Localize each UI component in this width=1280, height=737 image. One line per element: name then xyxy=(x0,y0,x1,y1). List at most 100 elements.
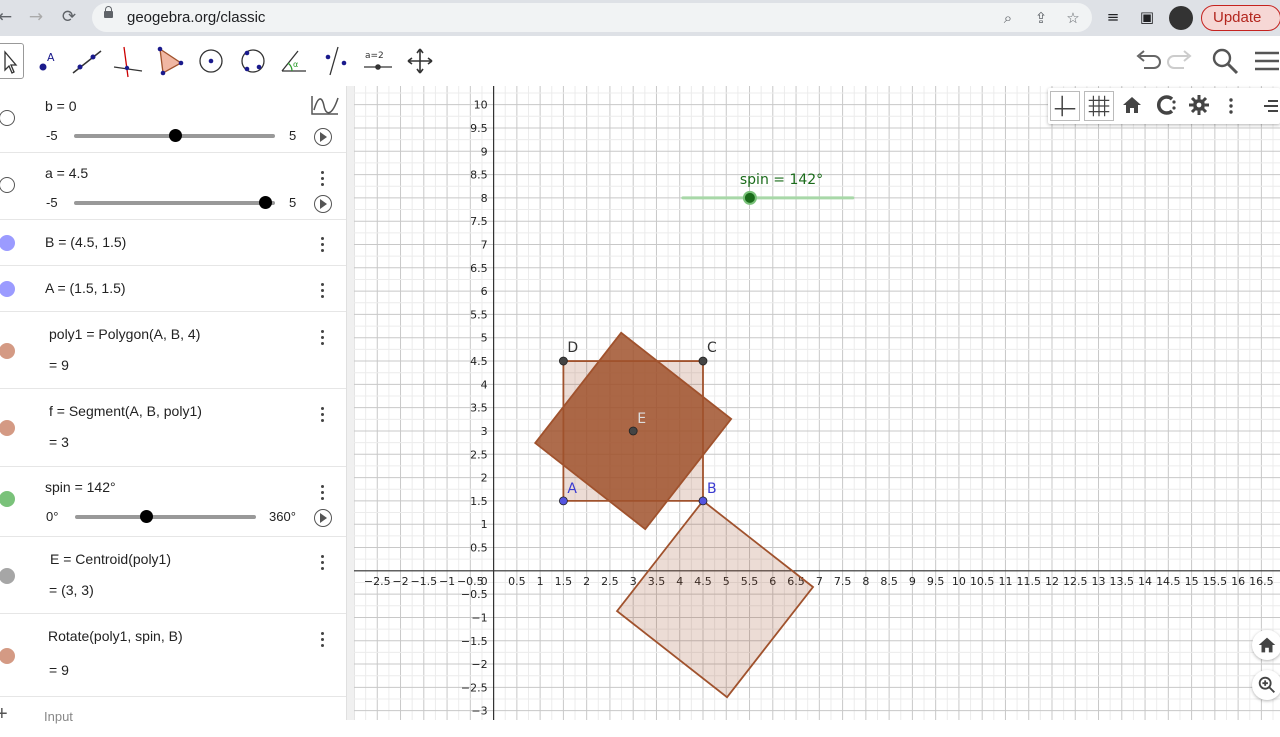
visibility-toggle[interactable] xyxy=(0,281,15,297)
update-button[interactable]: Update xyxy=(1201,5,1280,31)
perpendicular-tool-button[interactable] xyxy=(110,43,146,79)
algebra-item-text[interactable]: f = Segment(A, B, poly1) xyxy=(49,403,202,419)
play-animation-icon[interactable] xyxy=(314,509,332,527)
play-animation-icon[interactable] xyxy=(314,195,332,213)
visibility-toggle[interactable] xyxy=(0,491,15,507)
slider-track[interactable] xyxy=(75,515,256,519)
x-tick-label: 10.5 xyxy=(970,575,995,588)
slider-track[interactable] xyxy=(74,201,275,205)
reading-list-icon[interactable]: ≡ xyxy=(1102,6,1124,28)
y-tick-label: 5.5 xyxy=(470,308,488,321)
play-animation-icon[interactable] xyxy=(314,128,332,146)
visibility-toggle[interactable] xyxy=(0,235,15,251)
visibility-toggle[interactable] xyxy=(0,568,15,584)
capture-button[interactable] xyxy=(1154,93,1178,117)
slider-tool-button[interactable]: a=2 xyxy=(360,43,396,79)
x-tick-label: 11 xyxy=(998,575,1012,588)
input-bar[interactable]: + Input xyxy=(0,697,346,737)
input-placeholder[interactable]: Input xyxy=(44,709,73,724)
collapse-stylebar-button[interactable] xyxy=(1260,96,1280,116)
algebra-item-text[interactable]: b = 0 xyxy=(45,98,77,114)
address-bar[interactable]: geogebra.org/classic ⌕ ⇪ ☆ xyxy=(92,3,1092,32)
zoom-icon[interactable]: ⌕ xyxy=(998,8,1018,28)
algebra-style-button[interactable] xyxy=(308,92,342,118)
reflect-tool-button[interactable] xyxy=(318,43,354,79)
capture-icon xyxy=(1156,95,1176,115)
algebra-item[interactable]: B = (4.5, 1.5) xyxy=(0,220,346,266)
more-options-icon[interactable] xyxy=(316,169,330,187)
algebra-item-result: = 9 xyxy=(49,662,69,678)
more-options-button[interactable] xyxy=(1224,96,1238,116)
algebra-item-text[interactable]: Rotate(poly1, spin, B) xyxy=(48,628,183,644)
x-tick-label: 1.5 xyxy=(555,575,573,588)
graphics-canvas[interactable]: −2.5 −2 −1.5 −1 −0.50 0.5 1 1.5 2 2.5 3 3.5 4 4.5 5 5.5… xyxy=(354,86,1280,720)
algebra-item[interactable]: a = 4.5 -5 5 xyxy=(0,153,346,220)
add-icon[interactable]: + xyxy=(0,703,8,726)
more-options-icon[interactable] xyxy=(316,553,330,571)
algebra-item[interactable]: A = (1.5, 1.5) xyxy=(0,266,346,312)
point-tool-button[interactable]: A xyxy=(28,43,64,79)
grid-toggle-button[interactable] xyxy=(1084,91,1114,121)
bookmark-star-icon[interactable]: ☆ xyxy=(1063,8,1083,28)
slider-knob[interactable] xyxy=(169,129,182,142)
search-button[interactable] xyxy=(1210,46,1240,76)
search-icon xyxy=(1212,48,1239,75)
undo-button[interactable] xyxy=(1132,46,1162,76)
more-options-icon[interactable] xyxy=(316,235,330,253)
more-options-icon[interactable] xyxy=(316,405,330,423)
more-options-icon[interactable] xyxy=(316,630,330,648)
polygon-tool-button[interactable] xyxy=(151,43,187,79)
axes-toggle-button[interactable] xyxy=(1050,91,1080,121)
redo-button[interactable] xyxy=(1166,46,1196,76)
algebra-item-text[interactable]: a = 4.5 xyxy=(45,165,88,181)
algebra-item-text[interactable]: poly1 = Polygon(A, B, 4) xyxy=(49,326,200,342)
algebra-item[interactable]: spin = 142° 0° 360° xyxy=(0,467,346,537)
side-panel-icon[interactable]: ▣ xyxy=(1136,6,1158,28)
algebra-item-text[interactable]: spin = 142° xyxy=(45,479,116,495)
algebra-item-text[interactable]: E = Centroid(poly1) xyxy=(50,551,171,567)
settings-button[interactable] xyxy=(1187,93,1211,117)
slider-knob[interactable] xyxy=(259,196,272,209)
main-menu-button[interactable] xyxy=(1252,46,1280,76)
reload-icon[interactable]: ⟳ xyxy=(58,6,80,28)
zoom-in-button[interactable] xyxy=(1252,670,1280,700)
forward-arrow-icon[interactable]: → xyxy=(25,6,47,28)
y-tick-label: −1.5 xyxy=(461,635,488,648)
circle3-tool-button[interactable] xyxy=(235,43,271,79)
home-button[interactable] xyxy=(1120,93,1144,117)
visibility-toggle[interactable] xyxy=(0,420,15,436)
point-label-E: E xyxy=(637,411,646,427)
visibility-toggle[interactable] xyxy=(0,177,15,193)
move-tool-button[interactable] xyxy=(0,43,24,79)
algebra-item[interactable]: f = Segment(A, B, poly1) = 3 xyxy=(0,389,346,467)
graphics-view[interactable]: −2.5 −2 −1.5 −1 −0.5 0 0.5 1 1.5 2 2.5 3 3.5 4 4.5 5 5.5… xyxy=(354,86,1280,720)
more-options-icon[interactable] xyxy=(316,328,330,346)
line-tool-button[interactable] xyxy=(69,43,105,79)
algebra-item-text[interactable]: A = (1.5, 1.5) xyxy=(45,280,126,296)
angle-tool-button[interactable]: α xyxy=(276,43,312,79)
algebra-item[interactable]: poly1 = Polygon(A, B, 4) = 9 xyxy=(0,312,346,389)
standard-view-button[interactable] xyxy=(1252,630,1280,660)
svg-text:A: A xyxy=(47,51,55,64)
circle-tool-button[interactable] xyxy=(193,43,229,79)
profile-avatar[interactable] xyxy=(1169,6,1193,30)
point-B xyxy=(698,496,708,506)
x-tick-label: 16.5 xyxy=(1249,575,1274,588)
more-options-icon[interactable] xyxy=(316,281,330,299)
algebra-item[interactable]: E = Centroid(poly1) = (3, 3) xyxy=(0,537,346,614)
algebra-item[interactable]: Rotate(poly1, spin, B) = 9 xyxy=(0,614,346,697)
visibility-toggle[interactable] xyxy=(0,648,15,664)
more-options-icon[interactable] xyxy=(316,483,330,501)
visibility-toggle[interactable] xyxy=(0,110,15,126)
share-icon[interactable]: ⇪ xyxy=(1031,8,1051,28)
visibility-toggle[interactable] xyxy=(0,343,15,359)
url-text[interactable]: geogebra.org/classic xyxy=(127,9,265,26)
view-divider[interactable] xyxy=(346,86,354,720)
slider-knob[interactable] xyxy=(140,510,153,523)
geogebra-toolbar: A α a=2 xyxy=(0,36,1280,87)
algebra-item[interactable]: b = 0 -5 5 xyxy=(0,86,346,153)
back-arrow-icon[interactable]: ← xyxy=(0,6,16,28)
point-A xyxy=(558,496,568,506)
move-view-tool-button[interactable] xyxy=(402,43,438,79)
algebra-item-text[interactable]: B = (4.5, 1.5) xyxy=(45,234,126,250)
